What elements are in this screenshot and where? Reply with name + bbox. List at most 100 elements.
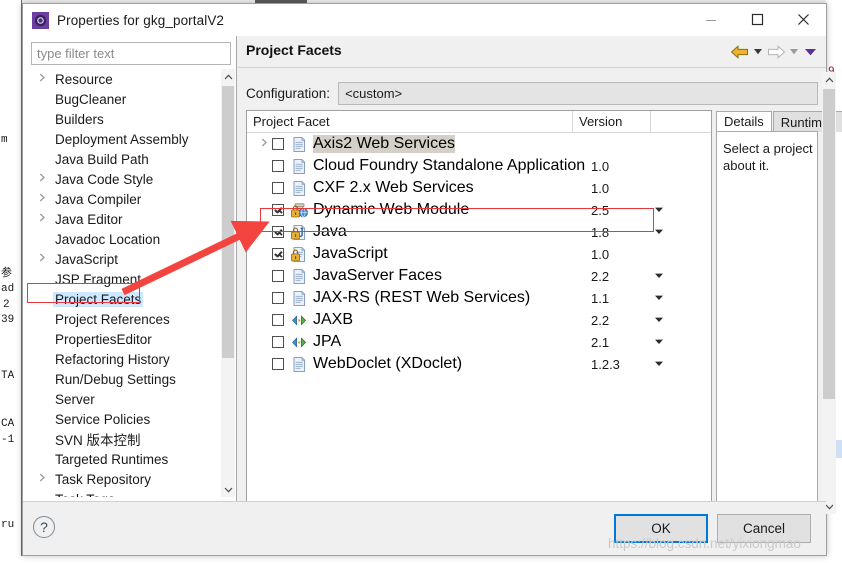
ok-button[interactable]: OK — [614, 514, 708, 543]
facet-checkbox[interactable] — [272, 182, 284, 194]
expand-arrow-icon[interactable] — [31, 213, 53, 225]
table-row[interactable]: CXF 2.x Web Services 1.0 — [247, 177, 711, 199]
sidebar-item-java-build-path[interactable]: Java Build Path — [31, 149, 217, 169]
facet-checkbox[interactable] — [272, 314, 284, 326]
column-header-blank[interactable] — [651, 111, 711, 132]
scroll-down-icon[interactable] — [221, 482, 235, 497]
sidebar-item-java-editor[interactable]: Java Editor — [31, 209, 217, 229]
version-dropdown-icon[interactable] — [655, 206, 663, 215]
facet-version: 2.1 — [591, 334, 610, 350]
sidebar-item-task-tags[interactable]: Task Tags — [31, 489, 217, 498]
expand-arrow-icon[interactable] — [31, 473, 53, 485]
scrollbar-thumb[interactable] — [823, 89, 835, 399]
table-row[interactable]: WebDoclet (XDoclet) 1.2.3 — [247, 353, 711, 375]
table-row[interactable]: JAX-RS (REST Web Services) 1.1 — [247, 287, 711, 309]
sidebar-item-server[interactable]: Server — [31, 389, 217, 409]
facet-checkbox[interactable] — [272, 292, 284, 304]
table-row[interactable]: Java 1.8 — [247, 221, 711, 243]
forward-history-dropdown[interactable] — [786, 44, 802, 60]
page-menu-dropdown[interactable] — [802, 44, 818, 60]
expand-arrow-icon[interactable] — [31, 193, 53, 205]
sidebar-item-resource[interactable]: Resource — [31, 69, 217, 89]
configuration-row: Configuration: <custom> — [246, 81, 818, 105]
facet-checkbox[interactable] — [272, 138, 284, 150]
dialog-footer: ? OK Cancel — [23, 501, 826, 555]
sidebar-item-label: Deployment Assembly — [55, 131, 189, 147]
sidebar-item-propertieseditor[interactable]: PropertiesEditor — [31, 329, 217, 349]
column-header-version[interactable]: Version — [573, 111, 651, 132]
background-text-fragment: CA — [1, 418, 15, 430]
sidebar-item-javadoc-location[interactable]: Javadoc Location — [31, 229, 217, 249]
tab-details[interactable]: Details — [716, 111, 772, 132]
table-row[interactable]: JPA 2.1 — [247, 331, 711, 353]
version-dropdown-icon[interactable] — [655, 228, 663, 237]
facet-checkbox[interactable] — [272, 248, 284, 260]
sidebar-item-service-policies[interactable]: Service Policies — [31, 409, 217, 429]
table-row[interactable]: Dynamic Web Module 2.5 — [247, 199, 711, 221]
sidebar-item-task-repository[interactable]: Task Repository — [31, 469, 217, 489]
expand-arrow-icon[interactable] — [31, 173, 53, 185]
facet-checkbox[interactable] — [272, 270, 284, 282]
scroll-up-icon[interactable] — [221, 69, 235, 84]
scrollbar-thumb[interactable] — [222, 86, 234, 358]
expand-arrow-icon[interactable] — [255, 138, 272, 150]
close-button[interactable] — [780, 4, 826, 35]
back-button[interactable] — [730, 44, 750, 60]
facet-version: 1.1 — [591, 290, 610, 306]
sidebar-item-targeted-runtimes[interactable]: Targeted Runtimes — [31, 449, 217, 469]
sidebar-item-java-code-style[interactable]: Java Code Style — [31, 169, 217, 189]
sidebar-item-project-facets[interactable]: Project Facets — [31, 289, 217, 309]
forward-button[interactable] — [766, 44, 786, 60]
sidebar-item-deployment-assembly[interactable]: Deployment Assembly — [31, 129, 217, 149]
version-dropdown-icon[interactable] — [655, 316, 663, 325]
background-text-fragment: m — [1, 134, 8, 146]
javascript-icon — [291, 246, 308, 262]
help-button[interactable]: ? — [33, 516, 55, 538]
maximize-button[interactable] — [734, 4, 780, 35]
back-history-dropdown[interactable] — [750, 44, 766, 60]
facet-name: CXF 2.x Web Services — [313, 179, 474, 196]
document-icon — [291, 356, 308, 372]
facet-checkbox[interactable] — [272, 204, 284, 216]
version-dropdown-icon[interactable] — [655, 360, 663, 369]
filter-input[interactable]: type filter text — [31, 42, 231, 65]
table-row[interactable]: JavaScript 1.0 — [247, 243, 711, 265]
facet-name: JavaServer Faces — [313, 267, 442, 284]
page-navigation-controls — [730, 44, 818, 60]
minimize-button[interactable] — [688, 4, 734, 35]
version-dropdown-icon[interactable] — [655, 338, 663, 347]
configuration-select[interactable]: <custom> — [338, 81, 818, 105]
sidebar-item-java-compiler[interactable]: Java Compiler — [31, 189, 217, 209]
page-vertical-scrollbar[interactable] — [822, 72, 836, 514]
table-row[interactable]: JAXB 2.2 — [247, 309, 711, 331]
sidebar-item-bugcleaner[interactable]: BugCleaner — [31, 89, 217, 109]
settings-tree: Resource BugCleaner Builders Deployment Ass… — [31, 69, 231, 497]
version-dropdown-icon[interactable] — [655, 272, 663, 281]
expand-arrow-icon[interactable] — [31, 253, 53, 265]
facet-checkbox[interactable] — [272, 226, 284, 238]
expand-arrow-icon[interactable] — [31, 73, 53, 85]
facet-checkbox[interactable] — [272, 336, 284, 348]
document-icon — [291, 268, 308, 284]
cancel-button[interactable]: Cancel — [717, 514, 811, 543]
facet-checkbox[interactable] — [272, 358, 284, 370]
sidebar-item-svn[interactable]: SVN 版本控制 — [31, 429, 217, 449]
sidebar-item-label: Builders — [55, 111, 104, 127]
column-header-facet[interactable]: Project Facet — [247, 111, 573, 132]
facet-version: 2.2 — [591, 312, 610, 328]
document-icon — [291, 180, 308, 196]
table-row[interactable]: Cloud Foundry Standalone Application 1.0 — [247, 155, 711, 177]
version-dropdown-icon[interactable] — [655, 294, 663, 303]
sidebar-item-javascript[interactable]: JavaScript — [31, 249, 217, 269]
settings-tree-scrollbar[interactable] — [221, 69, 235, 497]
scroll-up-icon[interactable] — [822, 72, 836, 87]
sidebar-item-run-debug-settings[interactable]: Run/Debug Settings — [31, 369, 217, 389]
table-row[interactable]: Axis2 Web Services — [247, 133, 711, 155]
sidebar-item-project-references[interactable]: Project References — [31, 309, 217, 329]
facet-checkbox[interactable] — [272, 160, 284, 172]
table-row[interactable]: JavaServer Faces 2.2 — [247, 265, 711, 287]
sidebar-item-refactoring-history[interactable]: Refactoring History — [31, 349, 217, 369]
sidebar-item-builders[interactable]: Builders — [31, 109, 217, 129]
sidebar-item-jsp-fragment[interactable]: JSP Fragment — [31, 269, 217, 289]
dialog-titlebar: Properties for gkg_portalV2 — [23, 4, 826, 36]
